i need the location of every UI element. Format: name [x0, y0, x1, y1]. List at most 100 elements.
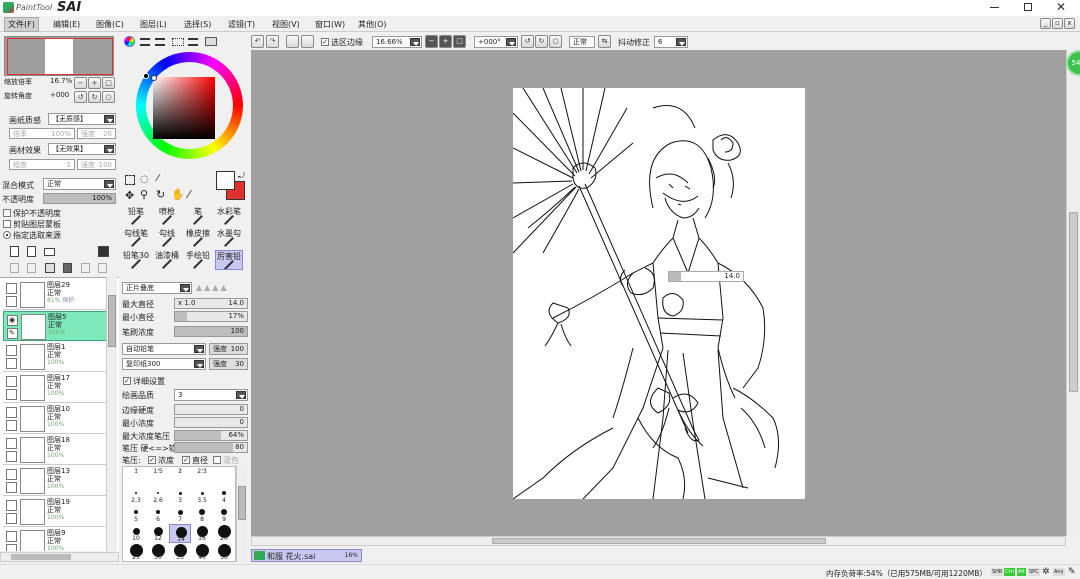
layer-select-toggle[interactable] — [6, 544, 17, 551]
rgb-slider-tab-icon[interactable] — [140, 38, 150, 46]
brush-size-cell[interactable]: 2 — [169, 467, 191, 486]
hsv-slider-tab-icon[interactable] — [155, 38, 165, 46]
quality-select[interactable]: 3 — [174, 389, 248, 401]
edge-hardness-slider[interactable]: 0 — [174, 404, 248, 415]
toolbar-zoom-in-button[interactable]: + — [439, 35, 452, 48]
tool-button[interactable]: 厉害铅 — [215, 250, 243, 270]
brush-size-cell[interactable]: 50 — [213, 543, 235, 561]
foreground-color-swatch[interactable] — [216, 171, 235, 190]
select-edge-checkbox[interactable]: ✓ — [321, 38, 329, 46]
layer-select-toggle[interactable]: ✎ — [7, 328, 18, 339]
canvas-size-popup[interactable]: 14.0 — [668, 271, 744, 282]
layer-row[interactable]: 图层29 正常 81% 保护 — [3, 280, 107, 310]
layer-row[interactable]: 图层18 正常 100% — [3, 435, 107, 465]
tool-button[interactable]: 铅笔 — [122, 206, 150, 226]
brush-blend-select[interactable]: 正片叠底 — [122, 282, 192, 294]
new-linework-icon[interactable] — [27, 246, 36, 257]
min-density-slider[interactable]: 0 — [174, 417, 248, 428]
tool-button[interactable]: 水彩笔 — [215, 206, 243, 226]
canvas-vscrollbar[interactable] — [1066, 50, 1080, 536]
magic-wand-icon[interactable]: ⁄ — [157, 173, 159, 184]
brush-size-cell[interactable]: 30 — [147, 543, 169, 561]
material-strength-field[interactable]: 强度 100 — [77, 159, 116, 170]
tool-button[interactable]: 笔 — [184, 206, 212, 226]
minimize-icon[interactable] — [990, 7, 999, 8]
scratchpad-tab-icon[interactable] — [205, 37, 217, 46]
brush-size-cell[interactable]: 5 — [125, 505, 147, 524]
brush-size-cell[interactable]: 12 — [147, 524, 169, 543]
clear-layer-icon[interactable] — [45, 263, 55, 273]
layer-visibility-toggle[interactable] — [6, 376, 17, 387]
undo-button[interactable]: ↶ — [251, 35, 264, 48]
brush-size-cell[interactable]: 16 — [191, 524, 213, 543]
menu-layer[interactable]: 图层(L) — [137, 18, 170, 31]
layer-list-scrollbar[interactable] — [106, 277, 117, 551]
canvas-vscroll-thumb[interactable] — [1069, 212, 1078, 392]
invert-select-button[interactable] — [301, 35, 314, 48]
brush-size-cell[interactable]: 40 — [191, 543, 213, 561]
redo-button[interactable]: ↷ — [266, 35, 279, 48]
move-icon[interactable]: ✥ — [125, 189, 134, 202]
rotate-reset-button[interactable]: ○ — [102, 91, 115, 103]
tool-button[interactable]: 铅笔30 — [122, 250, 150, 270]
saturation-value-square[interactable] — [153, 77, 215, 139]
eyedropper-icon[interactable]: ⁄ — [188, 188, 190, 201]
canvas-hscrollbar[interactable] — [251, 536, 1066, 546]
tool-button[interactable]: 勾线 — [153, 228, 181, 248]
brush-size-cell[interactable]: 7 — [169, 505, 191, 524]
sv-picker-handle[interactable] — [151, 75, 157, 81]
close-icon[interactable]: ✕ — [1056, 0, 1066, 14]
rotation-select[interactable]: +000° — [474, 36, 518, 48]
brush-type-select[interactable]: 自动铅笔 — [122, 343, 206, 355]
brush-size-scrollbar[interactable] — [236, 466, 247, 562]
tool-button[interactable]: 油漆桶 — [153, 250, 181, 270]
rotate-value[interactable]: +000 — [50, 91, 69, 99]
brush-density-slider[interactable]: 100 — [174, 326, 248, 337]
brush-size-cell[interactable]: 8 — [191, 505, 213, 524]
clip-mask-checkbox[interactable] — [3, 220, 11, 228]
max-pressure-slider[interactable]: 64% — [174, 430, 248, 441]
brush-size-cell[interactable]: 2.6 — [147, 486, 169, 505]
merge-down-icon[interactable] — [27, 263, 36, 273]
mixer-tab-icon[interactable] — [188, 38, 198, 46]
restore-icon[interactable] — [1024, 3, 1032, 11]
layer-visibility-toggle[interactable] — [6, 438, 17, 449]
doc-minimize-button[interactable]: _ — [1040, 18, 1051, 29]
drawing-page[interactable] — [513, 88, 805, 499]
tool-button[interactable]: 勾线笔 — [122, 228, 150, 248]
gear-icon[interactable]: ✲ — [1042, 567, 1050, 577]
color-wheel-tab-icon[interactable] — [124, 36, 135, 47]
copy-layer-icon[interactable] — [10, 263, 19, 273]
brush-texture-select[interactable]: 复印纸300 — [122, 358, 206, 370]
paper-strength-field[interactable]: 强度 20 — [77, 128, 116, 139]
deselect-button[interactable] — [286, 35, 299, 48]
tool-button[interactable]: 水墨勾 — [215, 228, 243, 248]
layer-visibility-toggle[interactable]: ◉ — [7, 315, 18, 326]
swatch-tab-icon[interactable] — [172, 38, 184, 46]
zoom-reset-button[interactable]: □ — [102, 77, 115, 89]
layer-select-toggle[interactable] — [6, 389, 17, 400]
hand-icon[interactable]: ✋ — [171, 188, 185, 201]
brush-size-scroll-thumb[interactable] — [238, 486, 246, 520]
brush-size-cell[interactable]: 1.5 — [147, 467, 169, 486]
zoom-select[interactable]: 16.66% — [372, 36, 422, 48]
layer-select-toggle[interactable] — [6, 420, 17, 431]
menu-select[interactable]: 选择(S) — [181, 18, 214, 31]
view-mode-field[interactable]: 正常 — [569, 36, 595, 48]
rotate-left-button[interactable]: ↺ — [74, 91, 87, 103]
magnify-icon[interactable]: ⚲ — [140, 188, 148, 201]
paper-texture-select[interactable]: 【无质感】 — [48, 113, 116, 125]
transfer-down-icon[interactable] — [81, 263, 90, 273]
selection-source-radio[interactable] — [3, 231, 11, 239]
navigator-preview[interactable] — [4, 36, 114, 76]
rect-select-icon[interactable] — [125, 175, 135, 185]
brush-size-cell[interactable]: 4 — [213, 486, 235, 505]
brush-shape-presets[interactable]: ▲▲▲▲ — [196, 283, 248, 293]
max-diameter-slider[interactable]: x 1.0 14.0 — [174, 298, 248, 309]
doc-restore-button[interactable]: ▫ — [1052, 18, 1063, 29]
canvas-hscroll-thumb[interactable] — [492, 538, 826, 544]
brush-size-cell[interactable]: 35 — [169, 543, 191, 561]
layer-select-toggle[interactable] — [6, 358, 17, 369]
brush-size-cell[interactable]: 6 — [147, 505, 169, 524]
layer-select-toggle[interactable] — [6, 451, 17, 462]
